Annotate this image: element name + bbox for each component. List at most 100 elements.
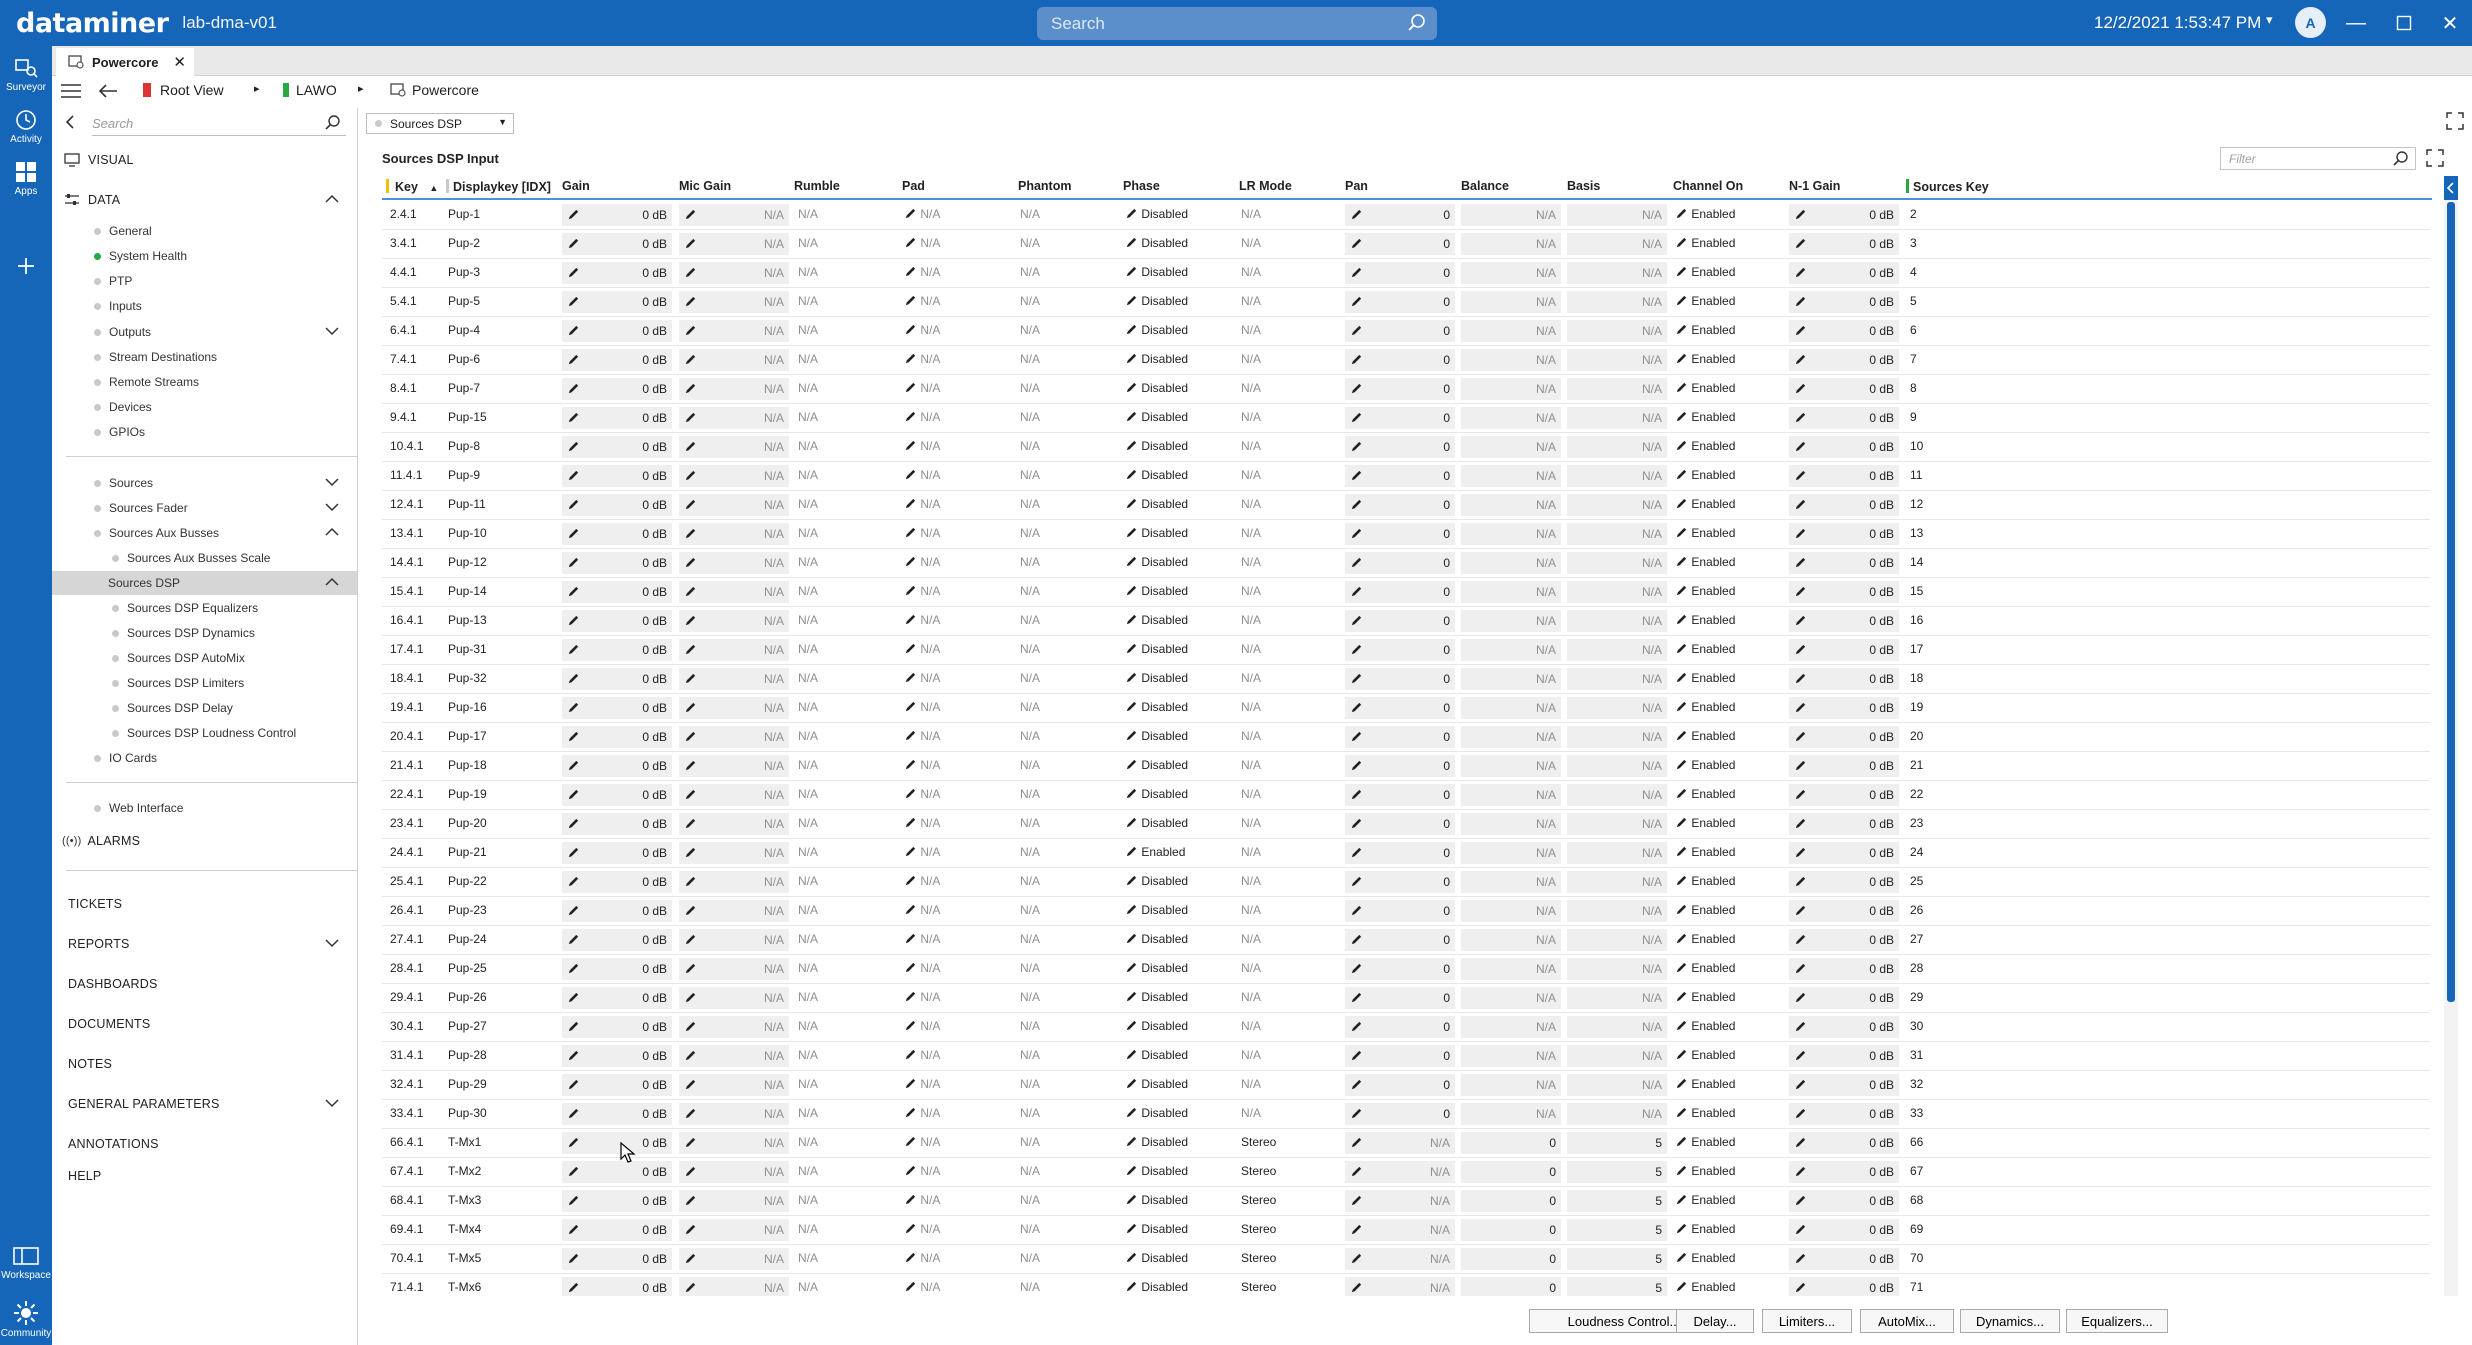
basis-cell[interactable]: N/A <box>1567 668 1667 690</box>
edit-icon[interactable] <box>684 730 697 744</box>
automix-button[interactable]: AutoMix... <box>1860 1309 1954 1333</box>
edit-icon[interactable] <box>684 614 697 628</box>
edit-icon[interactable] <box>1794 933 1807 947</box>
phase-cell[interactable]: Enabled <box>1125 845 1185 863</box>
edit-icon[interactable] <box>1675 352 1688 366</box>
table-row[interactable]: 23.4.1 Pup-20 0 dB N/A N/A N/A N/A Disabled N/… <box>382 810 2430 839</box>
sidebar-item-dashboards[interactable]: DASHBOARDS <box>52 972 357 996</box>
edit-icon[interactable] <box>1350 846 1363 860</box>
edit-icon[interactable] <box>1675 381 1688 395</box>
table-row[interactable]: 22.4.1 Pup-19 0 dB N/A N/A N/A N/A Disabled N/… <box>382 781 2430 810</box>
edit-icon[interactable] <box>567 1107 580 1121</box>
channel-on-cell[interactable]: Enabled <box>1675 671 1735 689</box>
phase-cell[interactable]: Disabled <box>1125 381 1188 399</box>
edit-icon[interactable] <box>567 904 580 918</box>
mic-gain-cell[interactable]: N/A <box>679 1132 789 1154</box>
sidebar-item-sources-dsp-dynamics[interactable]: Sources DSP Dynamics <box>52 621 357 645</box>
edit-icon[interactable] <box>1350 1020 1363 1034</box>
edit-icon[interactable] <box>1794 498 1807 512</box>
edit-icon[interactable] <box>567 585 580 599</box>
pad-cell[interactable]: N/A <box>904 236 940 254</box>
pad-cell[interactable]: N/A <box>904 903 940 921</box>
basis-cell[interactable]: 5 <box>1567 1219 1667 1241</box>
edit-icon[interactable] <box>1350 672 1363 686</box>
balance-cell[interactable]: N/A <box>1461 349 1561 371</box>
sidebar-item-sources-fader[interactable]: Sources Fader <box>52 496 357 520</box>
edit-icon[interactable] <box>1125 584 1138 598</box>
basis-cell[interactable]: N/A <box>1567 697 1667 719</box>
edit-icon[interactable] <box>1350 788 1363 802</box>
channel-on-cell[interactable]: Enabled <box>1675 323 1735 341</box>
pan-cell[interactable]: 0 <box>1345 668 1455 690</box>
edit-icon[interactable] <box>684 498 697 512</box>
edit-icon[interactable] <box>904 874 917 888</box>
edit-icon[interactable] <box>567 1078 580 1092</box>
pan-cell[interactable]: 0 <box>1345 1074 1455 1096</box>
phase-cell[interactable]: Disabled <box>1125 903 1188 921</box>
balance-cell[interactable]: N/A <box>1461 755 1561 777</box>
pan-cell[interactable]: 0 <box>1345 465 1455 487</box>
edit-icon[interactable] <box>684 962 697 976</box>
balance-cell[interactable]: N/A <box>1461 668 1561 690</box>
edit-icon[interactable] <box>1125 1077 1138 1091</box>
n1-gain-cell[interactable]: 0 dB <box>1789 204 1899 226</box>
n1-gain-cell[interactable]: 0 dB <box>1789 1132 1899 1154</box>
edit-icon[interactable] <box>567 933 580 947</box>
edit-icon[interactable] <box>567 1136 580 1150</box>
edit-icon[interactable] <box>904 468 917 482</box>
balance-cell[interactable]: N/A <box>1461 958 1561 980</box>
column-header-n1-gain[interactable]: N-1 Gain <box>1789 179 1840 193</box>
gain-cell[interactable]: 0 dB <box>562 436 672 458</box>
edit-icon[interactable] <box>1794 701 1807 715</box>
pad-cell[interactable]: N/A <box>904 845 940 863</box>
rail-apps[interactable]: Apps <box>0 160 52 197</box>
edit-icon[interactable] <box>1125 497 1138 511</box>
balance-cell[interactable]: N/A <box>1461 697 1561 719</box>
pad-cell[interactable]: N/A <box>904 729 940 747</box>
pan-cell[interactable]: 0 <box>1345 639 1455 661</box>
phase-cell[interactable]: Disabled <box>1125 1135 1188 1153</box>
n1-gain-cell[interactable]: 0 dB <box>1789 958 1899 980</box>
n1-gain-cell[interactable]: 0 dB <box>1789 494 1899 516</box>
gain-cell[interactable]: 0 dB <box>562 1248 672 1270</box>
pan-cell[interactable]: 0 <box>1345 929 1455 951</box>
edit-icon[interactable] <box>567 817 580 831</box>
edit-icon[interactable] <box>567 1252 580 1266</box>
table-row[interactable]: 5.4.1 Pup-5 0 dB N/A N/A N/A N/A Disabled N/A 0… <box>382 288 2430 317</box>
pan-cell[interactable]: 0 <box>1345 755 1455 777</box>
edit-icon[interactable] <box>1675 1251 1688 1265</box>
edit-icon[interactable] <box>1350 1252 1363 1266</box>
n1-gain-cell[interactable]: 0 dB <box>1789 987 1899 1009</box>
mic-gain-cell[interactable]: N/A <box>679 465 789 487</box>
phase-cell[interactable]: Disabled <box>1125 555 1188 573</box>
edit-icon[interactable] <box>1125 729 1138 743</box>
n1-gain-cell[interactable]: 0 dB <box>1789 1045 1899 1067</box>
n1-gain-cell[interactable]: 0 dB <box>1789 1219 1899 1241</box>
balance-cell[interactable]: N/A <box>1461 1016 1561 1038</box>
phase-cell[interactable]: Disabled <box>1125 642 1188 660</box>
table-row[interactable]: 16.4.1 Pup-13 0 dB N/A N/A N/A N/A Disabled N/… <box>382 607 2430 636</box>
edit-icon[interactable] <box>567 643 580 657</box>
table-row[interactable]: 9.4.1 Pup-15 0 dB N/A N/A N/A N/A Disabled N/A… <box>382 404 2430 433</box>
edit-icon[interactable] <box>684 295 697 309</box>
n1-gain-cell[interactable]: 0 dB <box>1789 233 1899 255</box>
edit-icon[interactable] <box>567 1223 580 1237</box>
channel-on-cell[interactable]: Enabled <box>1675 497 1735 515</box>
edit-icon[interactable] <box>904 1106 917 1120</box>
sidebar-item-visual[interactable]: VISUAL <box>52 148 357 172</box>
back-arrow-icon[interactable] <box>64 114 76 133</box>
channel-on-cell[interactable]: Enabled <box>1675 903 1735 921</box>
basis-cell[interactable]: N/A <box>1567 958 1667 980</box>
pan-cell[interactable]: N/A <box>1345 1190 1455 1212</box>
edit-icon[interactable] <box>684 846 697 860</box>
edit-icon[interactable] <box>567 614 580 628</box>
edit-icon[interactable] <box>567 759 580 773</box>
edit-icon[interactable] <box>1350 237 1363 251</box>
edit-icon[interactable] <box>1125 700 1138 714</box>
sidebar-item-sources-aux-busses[interactable]: Sources Aux Busses <box>52 521 357 545</box>
mic-gain-cell[interactable]: N/A <box>679 784 789 806</box>
table-row[interactable]: 8.4.1 Pup-7 0 dB N/A N/A N/A N/A Disabled N/A 0… <box>382 375 2430 404</box>
channel-on-cell[interactable]: Enabled <box>1675 265 1735 283</box>
basis-cell[interactable]: N/A <box>1567 639 1667 661</box>
edit-icon[interactable] <box>904 236 917 250</box>
